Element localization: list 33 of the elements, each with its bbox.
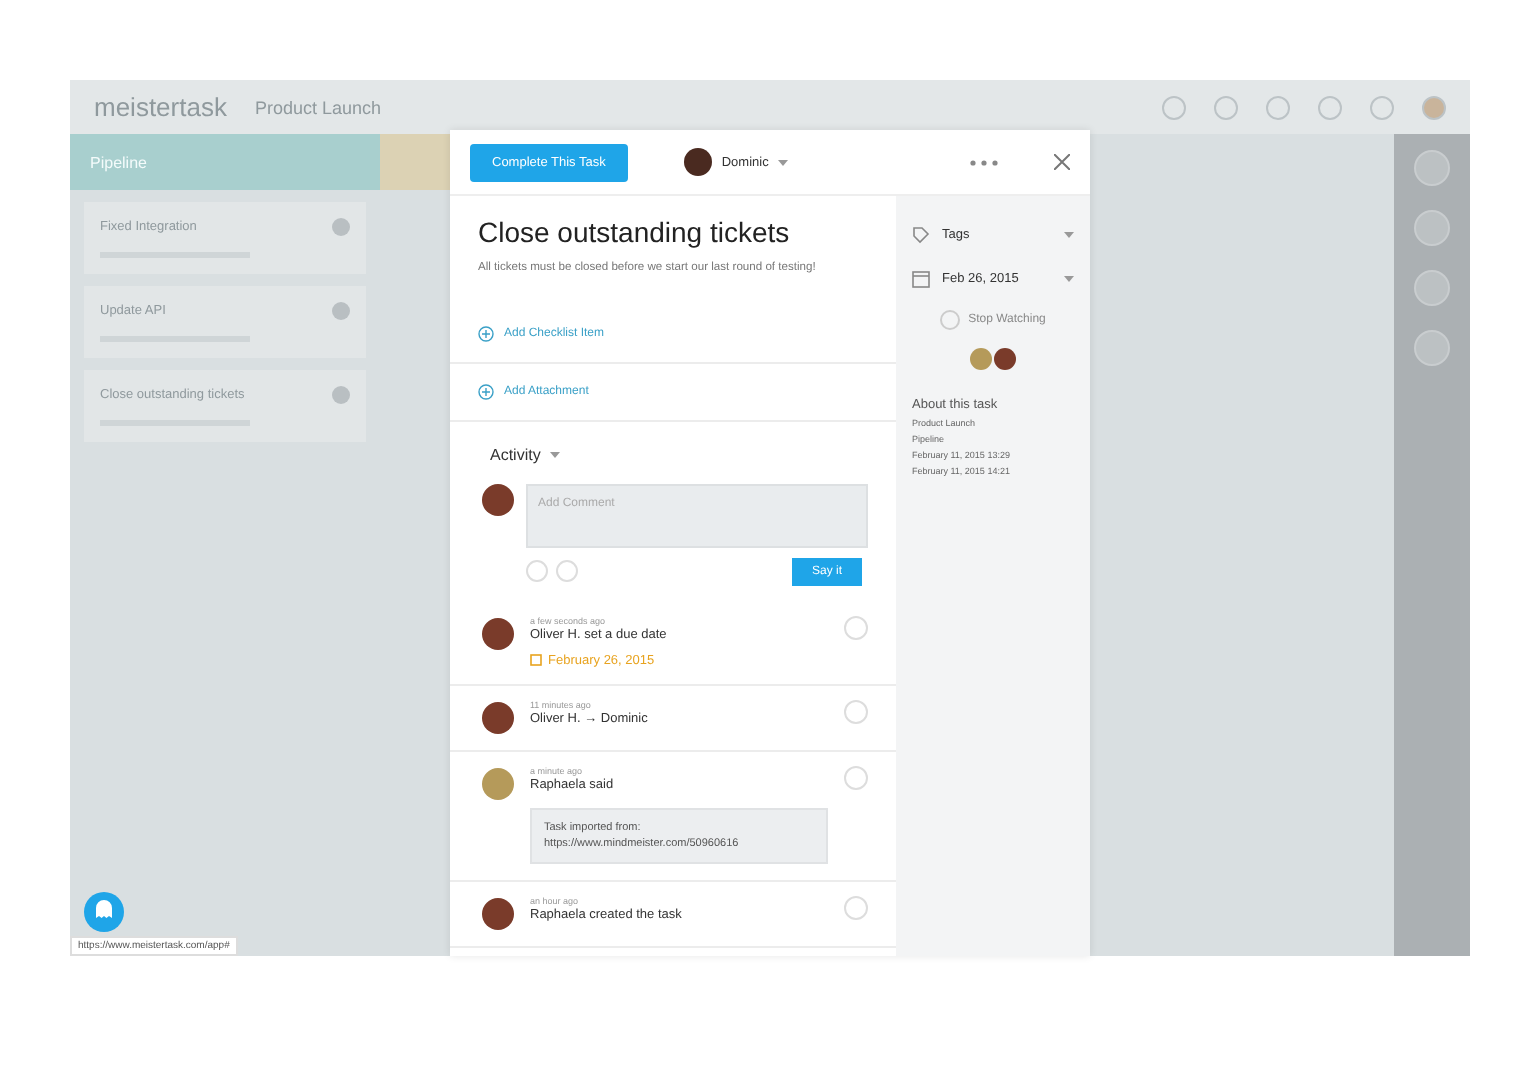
- caret-icon: [550, 451, 561, 458]
- close-icon[interactable]: [1054, 154, 1070, 170]
- column-title: Pipeline: [90, 153, 147, 171]
- avatar: [482, 701, 514, 734]
- rail-icon[interactable]: [1414, 150, 1450, 186]
- avatar: [970, 348, 992, 370]
- rail-icon[interactable]: [1414, 330, 1450, 366]
- rail-icon[interactable]: [1414, 270, 1450, 306]
- plus-icon: [478, 383, 494, 400]
- avatar: [482, 898, 514, 931]
- plus-icon: [478, 325, 494, 342]
- more-icon[interactable]: [970, 159, 998, 165]
- caret-icon: [778, 159, 789, 165]
- activity-dropdown[interactable]: Activity: [490, 445, 561, 464]
- calendar-icon: [912, 269, 930, 287]
- avatar: [482, 483, 514, 516]
- avatar: [683, 148, 712, 176]
- avatar: [482, 767, 514, 800]
- avatar: [482, 617, 514, 650]
- calendar-icon: [530, 654, 542, 667]
- avatar: [994, 348, 1016, 370]
- caret-icon: [1064, 275, 1074, 281]
- project-name: Product Launch: [254, 97, 382, 117]
- rail-icon[interactable]: [1414, 210, 1450, 246]
- avatar[interactable]: [1422, 95, 1446, 119]
- avatar: [332, 386, 350, 404]
- task-title: Close outstanding tickets: [478, 216, 792, 248]
- avatar: [332, 218, 350, 236]
- chat-icon[interactable]: [84, 892, 124, 932]
- caret-icon: [1064, 231, 1074, 237]
- app-logo: meistertask: [94, 92, 227, 122]
- tag-icon: [912, 225, 930, 243]
- avatar: [332, 302, 350, 320]
